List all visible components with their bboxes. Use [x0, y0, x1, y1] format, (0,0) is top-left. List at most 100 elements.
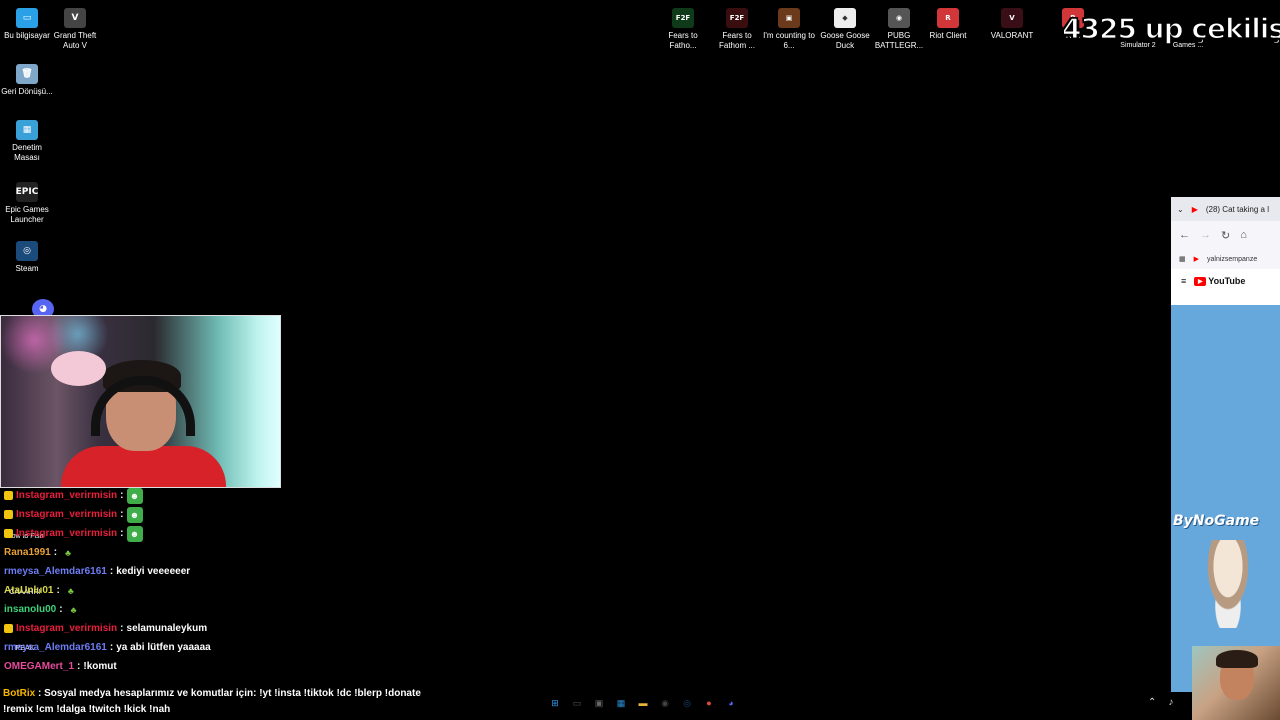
- browser-window[interactable]: ⌄ ▶ (28) Cat taking a l ← → ↻ ⌂ ▦ ▶ yaln…: [1171, 197, 1280, 692]
- desktop-icon-recycle-bin[interactable]: 🗑 Geri Dönüşü...: [0, 64, 54, 97]
- browser-nav-bar: ← → ↻ ⌂: [1171, 221, 1280, 249]
- pubg-icon: ◉: [888, 8, 910, 28]
- stream-chat: Instagram_verirmisin: ☻ Instagram_verirmis…: [4, 486, 424, 676]
- facecam-overlay: [1192, 646, 1280, 720]
- subscriber-badge-icon: [4, 510, 13, 519]
- steam-icon: ◎: [16, 241, 38, 261]
- obs-icon[interactable]: ◉: [658, 696, 672, 710]
- chat-username[interactable]: rmeysa_Alemdar6161: [4, 642, 107, 653]
- emote-icon: ☻: [126, 525, 143, 542]
- desktop-icon-gta[interactable]: V Grand Theft Auto V: [48, 8, 102, 51]
- video-brand-text: ByNoGame: [1173, 513, 1260, 529]
- desktop-icon-pubg[interactable]: ◉ PUBG BATTLEGR...: [872, 8, 926, 51]
- chat-message: OMEGAMert_1: !komut: [4, 661, 117, 672]
- chat-text: kediyi veeeeeer: [116, 566, 191, 577]
- desktop-icon-simulator[interactable]: Simulator 2: [1116, 42, 1160, 49]
- youtube-wordmark[interactable]: YouTube: [1208, 276, 1245, 286]
- desktop-icon-control-panel[interactable]: ▦ Denetim Masası: [0, 120, 54, 163]
- chat-username[interactable]: Instagram_verirmisin: [16, 509, 117, 520]
- desktop-icon-label: PUBG BATTLEGR...: [874, 31, 924, 50]
- browser-tab-bar: ⌄ ▶ (28) Cat taking a l: [1171, 197, 1280, 221]
- riot-client-icon: R: [937, 8, 959, 28]
- chevron-up-icon[interactable]: ⌃: [1148, 697, 1156, 708]
- file-explorer-icon[interactable]: ▬: [636, 696, 650, 710]
- webcam-feed: [0, 315, 281, 488]
- desktop-icon-label: Fears to Fatho...: [668, 31, 698, 50]
- windows-start-icon[interactable]: ⊞: [548, 696, 562, 710]
- emote-icon: ♣: [65, 547, 71, 558]
- chat-username[interactable]: Rana1991: [4, 547, 51, 558]
- desktop-icon-label: Steam: [15, 264, 39, 273]
- bot-message: BotRix : Sosyal medya hesaplarımız ve ko…: [3, 688, 421, 699]
- valorant-icon: V: [1001, 8, 1023, 28]
- desktop-icon-monitor[interactable]: ▭ Bu bilgisayar: [0, 8, 54, 41]
- desktop-icon-label: VALORANT: [990, 31, 1034, 40]
- task-view-icon[interactable]: ▣: [592, 696, 606, 710]
- steam-taskbar-icon[interactable]: ◎: [680, 696, 694, 710]
- desktop-icon-steam[interactable]: ◎ Steam: [0, 241, 54, 274]
- bot-message-continued: !remix !cm !dalga !twitch !kick !nah: [3, 704, 171, 715]
- chat-text: ya abi lütfen yaaaaa: [116, 642, 211, 653]
- desktop-icon-counting-game[interactable]: ▣ I'm counting to 6...: [762, 8, 816, 51]
- bot-username: BotRix: [3, 688, 36, 699]
- desktop-icon-label: Epic Games Launcher: [5, 205, 49, 224]
- microphone-icon[interactable]: ♪: [1168, 697, 1173, 708]
- desktop-icon-epic-games[interactable]: EPIC Epic Games Launcher: [0, 182, 54, 225]
- menu-icon[interactable]: ≡: [1181, 276, 1186, 286]
- fears-to-fathom-icon: F2F: [672, 8, 694, 28]
- desktop-icon-fears-to-fathom-2[interactable]: F2F Fears to Fathom ...: [710, 8, 764, 51]
- chat-message: Instagram_verirmisin: selamunaleykum: [4, 619, 424, 638]
- stream-overlay-title: 4325 up çekiliş: [1061, 11, 1280, 46]
- emote-icon: ♣: [70, 604, 77, 615]
- apps-grid-icon[interactable]: ▦: [1179, 255, 1186, 263]
- forward-icon[interactable]: →: [1200, 229, 1211, 241]
- chat-text: selamunaleykum: [126, 623, 208, 634]
- desktop-icon-valorant[interactable]: V VALORANT: [985, 8, 1039, 41]
- emote-icon: ♣: [67, 585, 74, 596]
- emote-icon: ☻: [126, 506, 143, 523]
- desktop-icon-riot-client[interactable]: R Riot Client: [921, 8, 975, 41]
- widgets-icon[interactable]: ▦: [614, 696, 628, 710]
- chat-username[interactable]: rmeysa_Alemdar6161: [4, 566, 107, 577]
- desktop-icon-label: I'm counting to 6...: [763, 31, 815, 50]
- reload-icon[interactable]: ↻: [1221, 229, 1230, 242]
- desktop-icon-games[interactable]: Games ...: [1166, 42, 1210, 49]
- chat-username[interactable]: Instagram_verirmisin: [16, 490, 117, 501]
- monitor-icon: ▭: [16, 8, 38, 28]
- home-icon[interactable]: ⌂: [1240, 229, 1247, 241]
- subscriber-badge-icon: [4, 529, 13, 538]
- chevron-down-icon[interactable]: ⌄: [1177, 205, 1184, 214]
- desktop-icon-goose-goose-duck[interactable]: ◆ Goose Goose Duck: [818, 8, 872, 51]
- chat-username[interactable]: insanolu00: [4, 604, 56, 615]
- chat-username[interactable]: Instagram_verirmisin: [16, 528, 117, 539]
- recycle-bin-icon: 🗑: [16, 64, 38, 84]
- taskbar: ⊞ ▭ ▣ ▦ ▬ ◉ ◎ ● ◕: [548, 696, 738, 710]
- back-icon[interactable]: ←: [1179, 229, 1190, 241]
- chat-username[interactable]: AtaUnlu01: [4, 585, 53, 596]
- discord-taskbar-icon[interactable]: ◕: [724, 696, 738, 710]
- youtube-logo-icon[interactable]: ▶: [1194, 276, 1207, 286]
- desktop-icon-label: Bu bilgisayar: [4, 31, 50, 40]
- video-player[interactable]: ByNoGame: [1171, 305, 1280, 692]
- chat-message: Instagram_verirmisin: ☻: [4, 505, 424, 524]
- chat-message: Instagram_verirmisin: ☻: [4, 524, 424, 543]
- chat-username[interactable]: Instagram_verirmisin: [16, 623, 117, 634]
- desktop-icon-fears-to-fathom[interactable]: F2F Fears to Fatho...: [656, 8, 710, 51]
- chat-message: rmeysa_Alemdar6161: ya abi lütfen yaaaaa: [4, 642, 211, 653]
- desktop-icon-label: Goose Goose Duck: [820, 31, 870, 50]
- chat-message: Instagram_verirmisin: ☻: [4, 486, 424, 505]
- youtube-tab-icon: ▶: [1191, 204, 1198, 214]
- bot-message-text: Sosyal medya hesaplarımız ve komutlar iç…: [44, 688, 421, 699]
- bookmark-item[interactable]: yalnizsempanze: [1207, 256, 1257, 263]
- chrome-icon[interactable]: ●: [702, 696, 716, 710]
- emote-icon: ☻: [126, 487, 143, 504]
- browser-tab-title[interactable]: (28) Cat taking a l: [1206, 205, 1269, 214]
- search-icon[interactable]: ▭: [570, 696, 584, 710]
- desktop-icon-label: Geri Dönüşü...: [1, 87, 53, 96]
- streamer: [51, 351, 226, 487]
- system-tray: ⌃ ♪: [1148, 697, 1173, 708]
- chat-message: AtaUnlu01: ♣: [4, 581, 424, 600]
- chat-username[interactable]: OMEGAMert_1: [4, 661, 74, 672]
- fears-to-fathom-2-icon: F2F: [726, 8, 748, 28]
- chat-message: Rana1991: ♣: [4, 543, 424, 562]
